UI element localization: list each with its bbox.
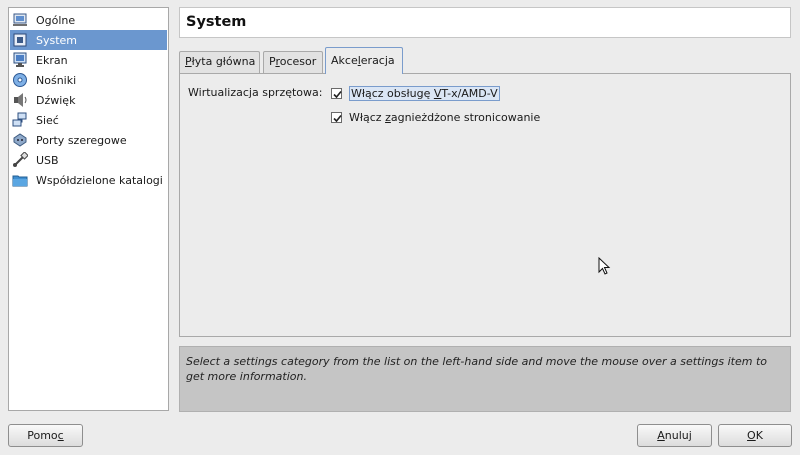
sidebar-item-storage[interactable]: Nośniki: [10, 70, 167, 90]
sidebar-item-shared-folders[interactable]: Współdzielone katalogi: [10, 170, 167, 190]
enable-vtx-checkbox-row[interactable]: Włącz obsługę VT-x/AMD-V: [331, 86, 500, 101]
sidebar-item-network[interactable]: Sieć: [10, 110, 167, 130]
cancel-button[interactable]: Anuluj: [637, 424, 712, 447]
enable-vtx-checkbox[interactable]: [331, 88, 342, 99]
sidebar-item-display[interactable]: Ekran: [10, 50, 167, 70]
enable-nested-paging-checkbox-row[interactable]: Włącz zagnieżdżone stronicowanie: [331, 111, 540, 124]
tab-acceleration[interactable]: Akceleracja: [325, 47, 403, 74]
ok-button[interactable]: OK: [718, 424, 792, 447]
enable-nested-paging-label[interactable]: Włącz zagnieżdżone stronicowanie: [349, 111, 540, 124]
monitor-icon: [12, 12, 28, 28]
tab-processor[interactable]: Procesor: [263, 51, 323, 73]
page-title-box: System: [179, 7, 791, 38]
info-text: Select a settings category from the list…: [186, 355, 767, 383]
info-box: Select a settings category from the list…: [179, 346, 791, 412]
sidebar-item-general[interactable]: Ogólne: [10, 10, 167, 30]
serial-port-icon: [12, 132, 28, 148]
usb-icon: [12, 151, 29, 168]
sidebar-item-audio[interactable]: Dźwięk: [10, 90, 167, 110]
hardware-virtualization-label: Wirtualizacja sprzętowa:: [188, 86, 323, 99]
sidebar-item-system[interactable]: System: [10, 30, 167, 50]
enable-vtx-label[interactable]: Włącz obsługę VT-x/AMD-V: [349, 86, 500, 101]
mouse-cursor-icon: [598, 257, 611, 275]
sidebar-item-serial-ports[interactable]: Porty szeregowe: [10, 130, 167, 150]
page-title: System: [186, 14, 247, 30]
tab-motherboard[interactable]: Płyta główna: [179, 51, 260, 73]
speaker-icon: [12, 92, 28, 108]
network-icon: [12, 112, 28, 128]
chip-icon: [12, 32, 28, 48]
folder-icon: [12, 172, 28, 188]
settings-category-list[interactable]: Ogólne System Ekran Nośniki Dźwięk Sieć: [8, 7, 169, 411]
display-icon: [12, 52, 28, 68]
sidebar-item-usb[interactable]: USB: [10, 150, 167, 170]
disc-icon: [12, 72, 28, 88]
enable-nested-paging-checkbox[interactable]: [331, 112, 342, 123]
help-button[interactable]: Pomo c: [8, 424, 83, 447]
